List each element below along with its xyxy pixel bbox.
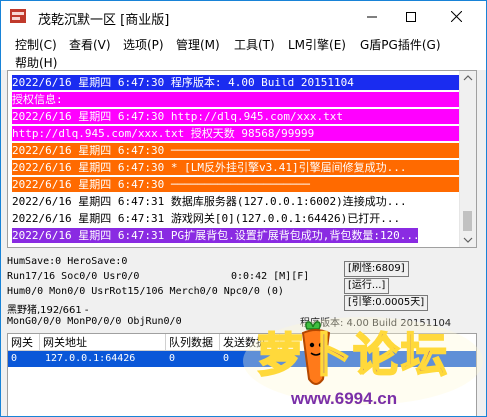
col-header-queue-data[interactable]: 队列数据 [166, 334, 220, 351]
log-panel[interactable]: 2022/6/16 星期四 6:47:30 程序版本: 4.00 Build 2… [7, 70, 477, 248]
menu-manage[interactable]: 管理(M) [176, 36, 220, 53]
title-bar: 茂乾沉默一区 [商业版] [1, 1, 486, 32]
status-run: Run17/16 Soc0/0 Usr0/0 [7, 271, 140, 282]
log-line: 2022/6/16 星期四 6:47:31 数据库服务器(127.0.0.1:6… [12, 195, 407, 208]
status-refresh-monster: [刷怪:6809] [344, 261, 409, 277]
menu-view[interactable]: 查看(V) [69, 36, 111, 53]
col-header-gateway[interactable]: 网关 [8, 334, 40, 351]
cell-send-data: 0 [223, 353, 230, 364]
close-button[interactable] [433, 1, 479, 32]
cell-gateway-address: 127.0.0.1:64426 [45, 353, 136, 364]
cell-gateway: 0 [11, 353, 18, 364]
menu-tools[interactable]: 工具(T) [234, 36, 275, 53]
status-mon: MonG0/0/0 MonP0/0/0 ObjRun0/0 [7, 316, 182, 327]
maximize-button[interactable] [388, 1, 434, 32]
menu-gshield-plugin[interactable]: G盾PG插件(G) [360, 36, 441, 53]
watermark-brand: 萝卜论坛 [256, 327, 449, 383]
watermark-logo: 萝卜论坛 www.6994.cn [239, 301, 486, 416]
status-black-wild-boar: 黑野猪,192/661 - [7, 305, 89, 316]
menu-control[interactable]: 控制(C) [15, 36, 57, 53]
log-line: 2022/6/16 星期四 6:47:31 PG扩展背包.设置扩展背包成功,背包… [12, 228, 420, 243]
watermark-url: www.6994.cn [291, 389, 398, 408]
log-line: 2022/6/16 星期四 6:47:31 游戏网关[0](127.0.0.1:… [12, 212, 401, 225]
status-time: 0:0:42 [M][F] [231, 271, 310, 282]
status-hum: Hum0/0 Mon0/0 UsrRot15/106 Merch0/0 Npc0… [7, 286, 284, 297]
log-line: http://dlq.945.com/xxx.txt 授权天数 98568/99… [12, 126, 460, 141]
log-line: 2022/6/16 星期四 6:47:30 ──────────────────… [12, 177, 460, 192]
maximize-icon [406, 11, 416, 22]
scroll-up-icon[interactable] [460, 71, 476, 85]
log-line: 2022/6/16 星期四 6:47:30 程序版本: 4.00 Build 2… [12, 75, 460, 90]
scroll-down-icon[interactable] [460, 233, 476, 247]
scroll-thumb[interactable] [463, 211, 472, 231]
menu-options[interactable]: 选项(P) [123, 36, 164, 53]
app-window: 茂乾沉默一区 [商业版] 控制(C) 查看(V) 选项(P) 管理(M) 工具(… [0, 0, 487, 417]
minimize-icon [367, 16, 377, 17]
menu-lm-engine[interactable]: LM引擎(E) [288, 36, 346, 53]
log-line: 2022/6/16 星期四 6:47:30 ──────────────────… [12, 143, 460, 158]
status-running: [运行...] [344, 278, 390, 294]
log-scrollbar[interactable] [459, 71, 476, 247]
log-line: 2022/6/16 星期四 6:47:30 * [LM反外挂引擎v3.41]引擎… [12, 160, 460, 175]
app-red-icon [10, 9, 26, 23]
log-line: 授权信息: [12, 92, 460, 107]
status-hum-save: HumSave:0 HeroSave:0 [7, 256, 128, 267]
window-title: 茂乾沉默一区 [商业版] [38, 13, 170, 28]
log-line: 2022/6/16 星期四 6:47:30 http://dlq.945.com… [12, 109, 460, 124]
col-header-gateway-address[interactable]: 网关地址 [40, 334, 166, 351]
menu-bar: 控制(C) 查看(V) 选项(P) 管理(M) 工具(T) LM引擎(E) G盾… [1, 32, 486, 70]
cell-queue-data: 0 [169, 353, 176, 364]
menu-help[interactable]: 帮助(H) [15, 54, 57, 71]
close-icon [450, 11, 462, 22]
